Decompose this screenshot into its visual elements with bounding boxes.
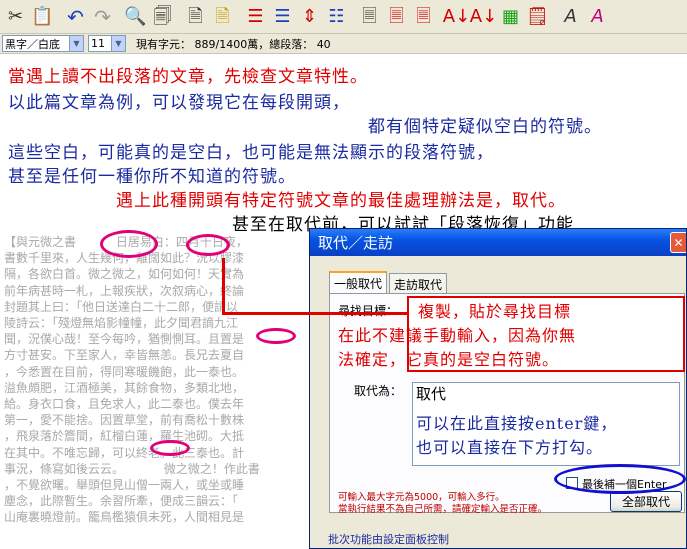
- document-line: 給。身衣口食，且免求人，此二泰也。僕去年: [4, 397, 245, 412]
- color-scheme-value: 黑字／白底: [5, 37, 60, 51]
- annotation-connector: [222, 312, 408, 315]
- document-line: 山庵裏曉燈前。籠鳥檻猿俱未死，人間相見是: [4, 510, 245, 525]
- undo-icon[interactable]: ↶: [62, 3, 89, 31]
- document-line: 前年病甚時一札，上報疾狀，次叙病心，終論: [4, 283, 245, 298]
- indent-blue-icon[interactable]: ☰: [269, 3, 296, 31]
- document-line: ，不覺欲曙。舉頭但見山僧一兩人，或坐或睡: [4, 478, 245, 493]
- highlight-ellipse: [150, 440, 190, 456]
- document-line: ，今悉置在目前，得同寒暖饑飽，此一泰也。: [4, 364, 245, 379]
- page-red-icon[interactable]: 🗏: [383, 3, 410, 31]
- enter-annotation-line-2: 也可以直接在下方打勾。: [416, 438, 604, 457]
- copy-annotation-line-3: 法確定，它真的是空白符號。: [338, 350, 560, 369]
- table-green-icon[interactable]: ▦: [497, 3, 524, 31]
- document-line: 溢魚頗肥，江酒極美，其餘食物，多類北地，: [4, 380, 245, 395]
- instruction-line-6: 遇上此種開頭有特定符號文章的最佳處理辦法是，取代。: [116, 191, 566, 211]
- status-text: 現有字元： 889/1400萬，總段落： 40: [136, 37, 331, 51]
- pen-a-icon[interactable]: A: [584, 3, 611, 31]
- copy-annotation-line-1: 複製，貼於尋找目標: [418, 302, 572, 321]
- replace-label: 取代為：: [354, 384, 403, 398]
- note-icon[interactable]: 🗒: [524, 3, 551, 31]
- document-line: 隔，各欲白首。微之微之，如何如何！天實為: [4, 267, 245, 282]
- chevron-down-icon: ▼: [111, 36, 125, 51]
- redo-icon[interactable]: ↷: [89, 3, 116, 31]
- chevron-down-icon: ▼: [69, 36, 83, 51]
- tab-replace[interactable]: 一般取代: [329, 271, 388, 293]
- copy-annotation-line-2: 在此不建議手動輸入，因為你無: [338, 326, 577, 345]
- text-to-down-icon[interactable]: A↓: [443, 3, 470, 31]
- format-bar: 黑字／白底 ▼ 11 ▼ 現有字元： 889/1400萬，總段落： 40: [0, 34, 687, 54]
- highlight-ellipse: [100, 230, 158, 258]
- replace-value: 取代: [416, 385, 447, 403]
- dialog-tabs: 一般取代 走訪取代: [329, 271, 449, 293]
- highlight-ellipse: [186, 234, 230, 256]
- instruction-line-4: 這些空白，可能真的是空白，也可能是無法顯示的段落符號，: [8, 143, 494, 163]
- document-line: 書數千里來，人生幾何，離闊如此？況以膠漆: [4, 251, 245, 266]
- checkbox-highlight-ellipse: [554, 464, 686, 494]
- document-icon[interactable]: 🗎: [182, 3, 209, 31]
- note-line-2: 當執行結果不為自己所需，請確定輸入是否正確。: [338, 504, 548, 515]
- paste-icon[interactable]: 📋: [29, 3, 56, 31]
- instruction-line-2: 以此篇文章為例，可以發現它在每段開頭，: [8, 93, 350, 113]
- search-icon[interactable]: 🔍: [122, 3, 149, 31]
- indent-red-icon[interactable]: ☰: [242, 3, 269, 31]
- font-size-value: 11: [91, 37, 105, 50]
- note-line-1: 可輸入最大字元為5000，可輸入多行。: [338, 492, 505, 503]
- highlight-ellipse: [256, 328, 296, 344]
- document-line: 塵念，此際暫生。余習所牽，便成三韻云：「: [4, 494, 239, 509]
- annotation-connector: [222, 258, 225, 314]
- text-to-down2-icon[interactable]: A↓: [470, 3, 497, 31]
- page-icon[interactable]: 🗏: [356, 3, 383, 31]
- replace-dialog: 取代／走訪 ✕ 一般取代 走訪取代 尋找目標： 取代為： 取代 最後補一個Ent…: [309, 228, 687, 549]
- page-red2-icon[interactable]: 🗏: [410, 3, 437, 31]
- document-line: 第一，愛不能捨。因置草堂，前有喬松十數株: [4, 413, 245, 428]
- scissors-icon[interactable]: ✂: [2, 3, 29, 31]
- tab-visit[interactable]: 走訪取代: [389, 273, 448, 293]
- color-scheme-select[interactable]: 黑字／白底 ▼: [2, 35, 84, 52]
- dialog-titlebar[interactable]: 取代／走訪: [310, 229, 686, 256]
- replace-all-button[interactable]: 全部取代: [610, 491, 682, 512]
- instruction-line-3: 都有個特定疑似空白的符號。: [368, 117, 602, 137]
- dialog-title: 取代／走訪: [318, 234, 394, 252]
- brush-a-icon[interactable]: A: [557, 3, 584, 31]
- find-label: 尋找目標：: [338, 304, 399, 318]
- instruction-line-1: 當遇上讀不出段落的文章，先檢查文章特性。: [8, 67, 368, 87]
- font-size-select[interactable]: 11 ▼: [88, 35, 126, 52]
- footer-link[interactable]: 批次功能由設定面板控制: [328, 531, 449, 547]
- replace-icon[interactable]: 🗐: [149, 3, 176, 31]
- list-icon[interactable]: ☷: [323, 3, 350, 31]
- close-icon[interactable]: ✕: [670, 232, 686, 253]
- document-yellow-icon[interactable]: 🗎: [209, 3, 236, 31]
- document-line: 方寸甚安。下至家人，幸皆無恙。長兄去夏自: [4, 348, 245, 363]
- document-body[interactable]: 【與元微之書 日居易白：四月十日夜， 書數千里來，人生幾何，離闊如此？況以膠漆 隔，…: [4, 234, 316, 534]
- main-toolbar: ✂ 📋 ↶ ↷ 🔍 🗐 🗎 🗎 ☰ ☰ ⇕ ☷ 🗏 🗏 🗏 A↓ A↓ ▦ 🗒 …: [0, 0, 687, 34]
- document-line: 【與元微之書 日居易白：四月十日夜，: [4, 235, 248, 249]
- document-line: 事況，條寫如後云云。 微之微之！作此書: [4, 461, 260, 476]
- instruction-line-5: 甚至是任何一種你所不知道的符號。: [8, 167, 296, 187]
- line-spacing-icon[interactable]: ⇕: [296, 3, 323, 31]
- enter-annotation-line-1: 可以在此直接按enter鍵，: [416, 414, 618, 433]
